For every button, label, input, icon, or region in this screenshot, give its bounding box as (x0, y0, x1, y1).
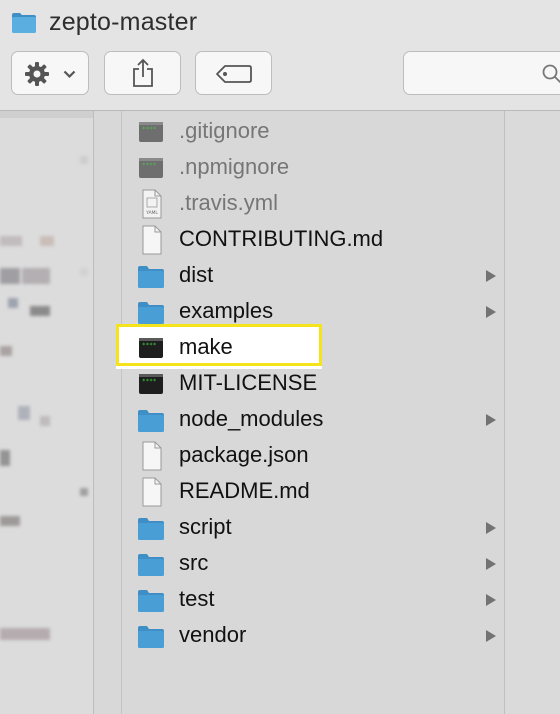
folder-row[interactable]: script (122, 510, 504, 546)
previous-column (94, 111, 121, 714)
gear-icon (25, 62, 49, 86)
file-row[interactable]: CONTRIBUTING.md (122, 222, 504, 258)
blurred-sidebar-item (80, 268, 88, 276)
folder-icon (137, 407, 165, 433)
share-icon (133, 58, 153, 87)
file-row[interactable]: **** .npmignore (122, 150, 504, 186)
file-name: node_modules (179, 406, 324, 431)
window-title: zepto-master (49, 8, 198, 36)
file-row[interactable]: YAML .travis.yml (122, 186, 504, 222)
blurred-sidebar-item (0, 268, 20, 284)
disclosure-arrow-icon[interactable] (486, 594, 496, 606)
blurred-sidebar-item (8, 298, 18, 308)
blurred-sidebar-item (80, 488, 88, 496)
blurred-sidebar-item (0, 450, 10, 466)
title-bar: zepto-master (0, 0, 560, 44)
folder-row[interactable]: vendor (122, 618, 504, 654)
document-icon (137, 477, 165, 507)
folder-icon (12, 13, 36, 33)
document-icon (137, 225, 165, 255)
file-name: MIT-LICENSE (179, 370, 318, 395)
file-name: src (179, 550, 209, 575)
tags-button[interactable] (195, 51, 272, 95)
highlight-box (116, 324, 322, 366)
file-name: .travis.yml (179, 190, 278, 215)
executable-icon: **** (137, 119, 165, 145)
folder-icon (137, 263, 165, 289)
action-menu-button[interactable] (11, 51, 89, 95)
disclosure-arrow-icon[interactable] (486, 270, 496, 282)
blurred-sidebar-item (18, 406, 30, 420)
blurred-sidebar-item (40, 416, 50, 426)
disclosure-arrow-icon[interactable] (486, 558, 496, 570)
search-icon (542, 64, 560, 84)
sidebar (0, 111, 93, 714)
disclosure-arrow-icon[interactable] (486, 414, 496, 426)
blurred-sidebar-item (0, 516, 20, 526)
file-name: dist (179, 262, 214, 287)
svg-text:****: **** (142, 162, 157, 169)
document-icon (137, 441, 165, 471)
blurred-sidebar-item (0, 628, 50, 640)
file-name: .gitignore (179, 118, 270, 143)
toolbar (0, 44, 560, 111)
disclosure-arrow-icon[interactable] (486, 522, 496, 534)
folder-icon (137, 515, 165, 541)
blurred-sidebar-item (40, 236, 54, 246)
svg-text:YAML: YAML (145, 210, 158, 216)
folder-row[interactable]: test (122, 582, 504, 618)
next-column (505, 111, 560, 714)
file-name: CONTRIBUTING.md (179, 226, 384, 251)
folder-icon (137, 587, 165, 613)
file-name: test (179, 586, 215, 611)
disclosure-arrow-icon[interactable] (486, 630, 496, 642)
folder-row[interactable]: src (122, 546, 504, 582)
folder-icon (137, 551, 165, 577)
file-name: package.json (179, 442, 309, 467)
folder-row[interactable]: dist (122, 258, 504, 294)
search-field[interactable] (403, 51, 560, 95)
chevron-down-icon (63, 70, 76, 79)
svg-text:****: **** (142, 378, 157, 385)
file-list-column: **** .gitignore **** .npmignore YAML .travis.… (116, 111, 504, 714)
file-row[interactable]: README.md (122, 474, 504, 510)
blurred-sidebar-item (80, 156, 88, 164)
file-name: script (179, 514, 232, 539)
file-name: README.md (179, 478, 310, 503)
file-row[interactable]: **** .gitignore (122, 114, 504, 150)
executable-icon: **** (137, 155, 165, 181)
folder-icon (137, 299, 165, 325)
file-name: vendor (179, 622, 247, 647)
file-row[interactable]: **** MIT-LICENSE (122, 366, 504, 402)
blurred-sidebar-item (30, 306, 50, 316)
blurred-sidebar-item (0, 236, 22, 246)
file-row[interactable]: package.json (122, 438, 504, 474)
folder-row[interactable]: node_modules (122, 402, 504, 438)
yaml-file-icon: YAML (137, 189, 165, 219)
file-name: .npmignore (179, 154, 290, 179)
blurred-sidebar-item (0, 346, 12, 356)
tag-icon (216, 65, 252, 83)
sidebar-header-strip (0, 111, 93, 118)
svg-text:****: **** (142, 126, 157, 133)
terminal-icon: **** (137, 371, 165, 397)
folder-icon (137, 623, 165, 649)
disclosure-arrow-icon[interactable] (486, 306, 496, 318)
blurred-sidebar-item (22, 268, 50, 284)
file-name: examples (179, 298, 274, 323)
share-button[interactable] (104, 51, 181, 95)
